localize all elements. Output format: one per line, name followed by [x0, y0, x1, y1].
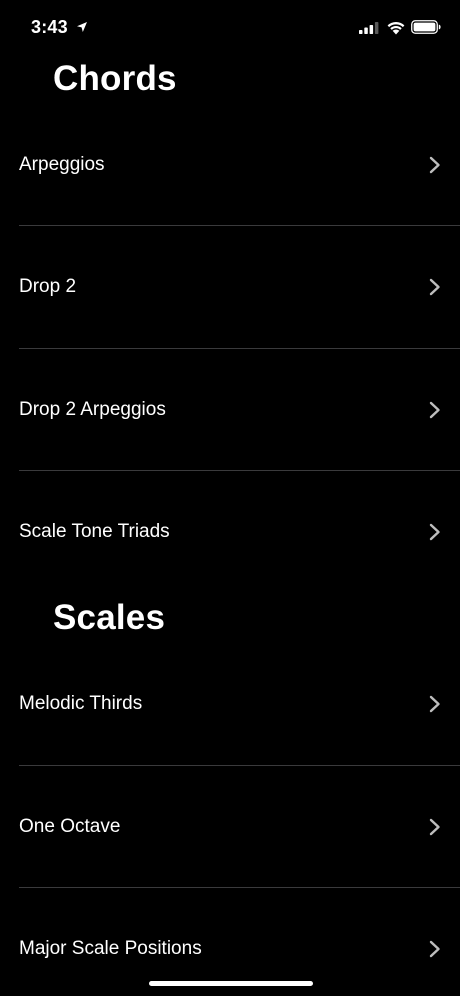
- chevron-right-icon: [429, 940, 440, 958]
- list-item-label: Major Scale Positions: [19, 938, 202, 959]
- home-indicator[interactable]: [149, 981, 313, 986]
- section-title-chords: Chords: [53, 59, 177, 98]
- list-item-drop-2-arpeggios[interactable]: Drop 2 Arpeggios: [0, 390, 460, 430]
- chevron-right-icon: [429, 818, 440, 836]
- chevron-right-icon: [429, 156, 440, 174]
- chevron-right-icon: [429, 523, 440, 541]
- status-bar: 3:43: [0, 0, 460, 56]
- divider: [19, 765, 460, 766]
- list-item-one-octave[interactable]: One Octave: [0, 807, 460, 847]
- status-time: 3:43: [31, 17, 68, 37]
- cellular-signal-icon: [359, 22, 379, 34]
- divider: [19, 225, 460, 226]
- location-arrow-icon: [77, 22, 87, 32]
- battery-icon: [411, 20, 441, 34]
- divider: [19, 470, 460, 471]
- list-item-major-scale-positions[interactable]: Major Scale Positions: [0, 929, 460, 969]
- list-item-arpeggios[interactable]: Arpeggios: [0, 145, 460, 185]
- list-item-label: Drop 2 Arpeggios: [19, 399, 166, 420]
- divider: [19, 348, 460, 349]
- list-item-label: Scale Tone Triads: [19, 521, 170, 542]
- list-item-label: One Octave: [19, 816, 121, 837]
- list-item-label: Melodic Thirds: [19, 693, 143, 714]
- list-item-label: Drop 2: [19, 276, 77, 297]
- section-title-scales: Scales: [53, 598, 166, 637]
- list-item-melodic-thirds[interactable]: Melodic Thirds: [0, 684, 460, 724]
- chevron-right-icon: [429, 278, 440, 296]
- list-item-label: Arpeggios: [19, 154, 105, 175]
- divider: [19, 887, 460, 888]
- list-item-drop-2[interactable]: Drop 2: [0, 267, 460, 307]
- wifi-icon: [387, 22, 405, 35]
- list-item-scale-tone-triads[interactable]: Scale Tone Triads: [0, 512, 460, 552]
- chevron-right-icon: [429, 695, 440, 713]
- chevron-right-icon: [429, 401, 440, 419]
